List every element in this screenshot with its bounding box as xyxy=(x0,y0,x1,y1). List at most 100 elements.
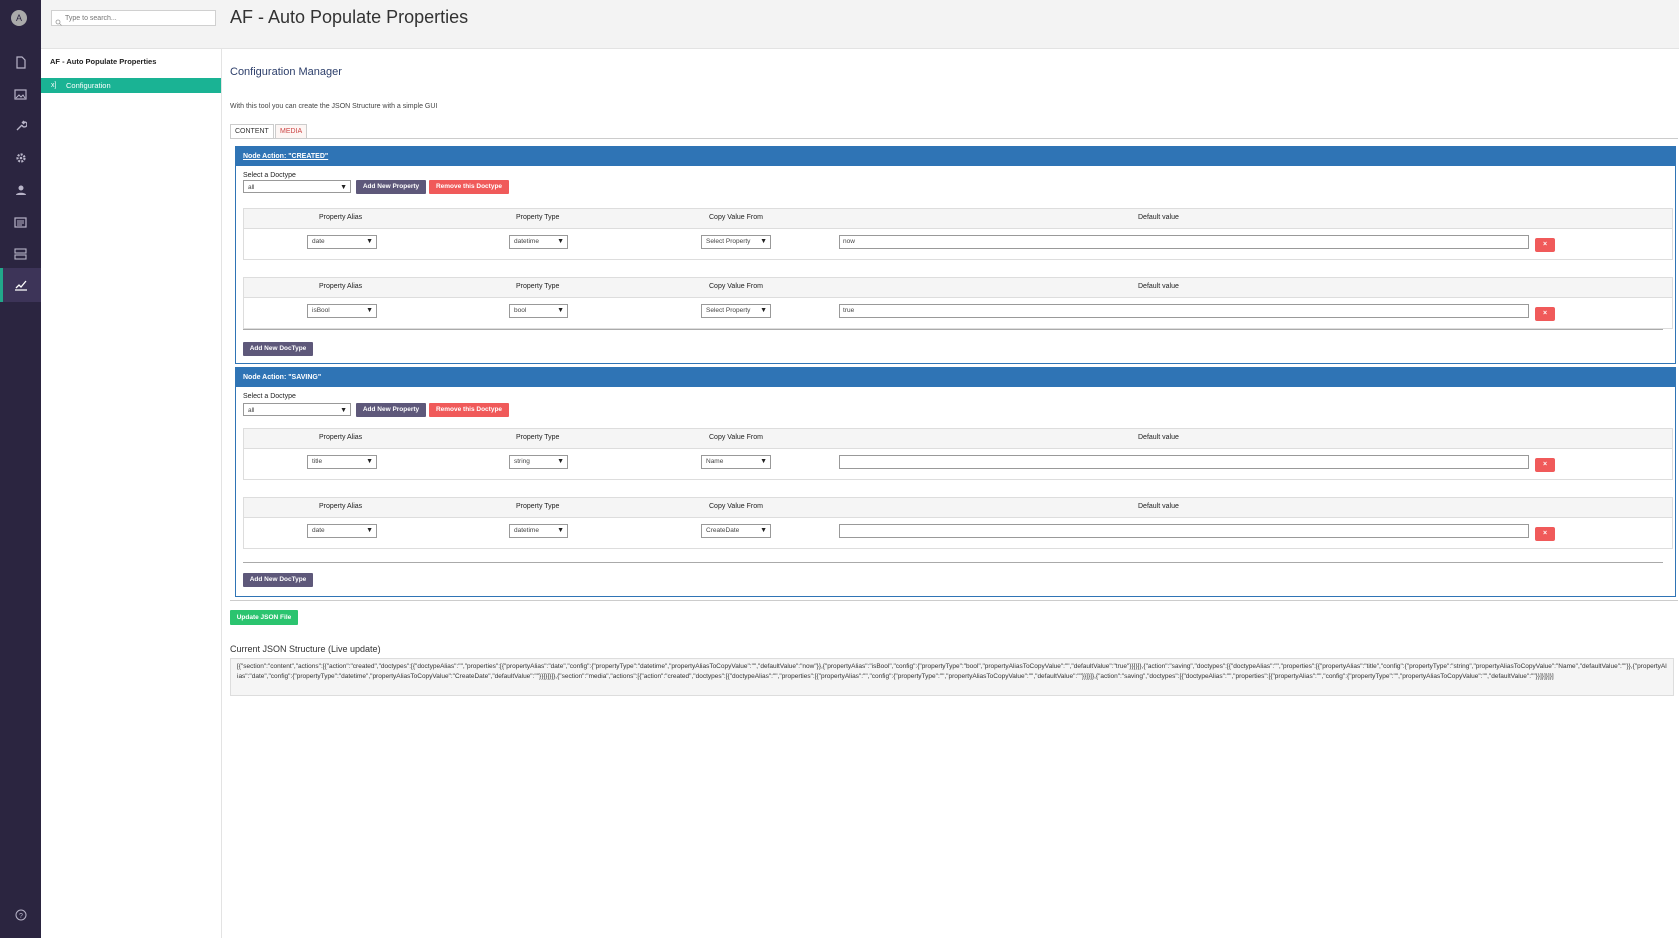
col-copy-value-from: Copy Value From xyxy=(709,214,763,221)
col-default-value: Default value xyxy=(1138,434,1179,441)
default-value-input[interactable] xyxy=(839,524,1529,538)
tree-search-area xyxy=(41,0,221,49)
property-type-select[interactable]: datetime ▼ xyxy=(509,235,568,249)
analytics-pen-icon[interactable] xyxy=(0,268,41,302)
property-row: Property Alias Property Type Copy Value … xyxy=(243,497,1673,549)
property-alias-select[interactable]: date ▼ xyxy=(307,235,377,249)
forms-icon[interactable] xyxy=(0,205,41,239)
chevron-down-icon: ▼ xyxy=(366,307,373,314)
section-divider xyxy=(243,329,1663,330)
tab-media[interactable]: MEDIA xyxy=(275,124,308,138)
default-value-input[interactable]: now xyxy=(839,235,1529,249)
user-avatar[interactable]: A xyxy=(11,10,27,26)
media-icon[interactable] xyxy=(0,77,41,111)
section-heading[interactable]: Node Action: "CREATED" xyxy=(236,147,1675,166)
property-type-value: datetime xyxy=(514,238,539,245)
page-title: AF - Auto Populate Properties xyxy=(230,7,469,27)
section-subtitle: Configuration Manager xyxy=(230,66,342,78)
default-value-input[interactable] xyxy=(839,455,1529,469)
chevron-down-icon: ▼ xyxy=(760,527,767,534)
doctype-value: all xyxy=(248,407,255,414)
default-value-input[interactable]: true xyxy=(839,304,1529,318)
tree-item-label: Configuration xyxy=(66,81,111,90)
tree-item-configuration[interactable]: x] Configuration xyxy=(41,78,221,93)
doctype-select[interactable]: all ▼ xyxy=(243,403,351,416)
property-row: Property Alias Property Type Copy Value … xyxy=(243,428,1673,480)
add-doctype-button[interactable]: Add New DocType xyxy=(243,573,313,587)
property-type-select[interactable]: string ▼ xyxy=(509,455,568,469)
remove-doctype-button[interactable]: Remove this Doctype xyxy=(429,180,509,194)
col-property-alias: Property Alias xyxy=(319,503,363,510)
property-alias-select[interactable]: date ▼ xyxy=(307,524,377,538)
gear-icon[interactable] xyxy=(0,141,41,175)
doctype-value: all xyxy=(248,184,255,191)
members-icon[interactable] xyxy=(0,173,41,207)
copy-value-value: CreateDate xyxy=(706,527,740,534)
chevron-down-icon: ▼ xyxy=(366,238,373,245)
select-doctype-label: Select a Doctype xyxy=(243,172,296,179)
search-input[interactable] xyxy=(51,10,216,26)
property-alias-value: date xyxy=(312,238,325,245)
tab-divider xyxy=(230,138,1678,139)
property-alias-select[interactable]: isBool ▼ xyxy=(307,304,377,318)
col-property-type: Property Type xyxy=(516,214,560,221)
property-header: Property Alias Property Type Copy Value … xyxy=(244,278,1672,298)
node-action-saving-panel: Node Action: "SAVING" Select a Doctype a… xyxy=(235,367,1676,597)
add-property-button[interactable]: Add New Property xyxy=(356,180,426,194)
copy-value-value: Name xyxy=(706,458,724,465)
add-doctype-button[interactable]: Add New DocType xyxy=(243,342,313,356)
chevron-down-icon: ▼ xyxy=(366,527,373,534)
col-property-type: Property Type xyxy=(516,434,560,441)
property-type-select[interactable]: bool ▼ xyxy=(509,304,568,318)
add-property-button[interactable]: Add New Property xyxy=(356,403,426,417)
chevron-down-icon: ▼ xyxy=(760,307,767,314)
chevron-down-icon: ▼ xyxy=(557,458,564,465)
col-default-value: Default value xyxy=(1138,214,1179,221)
tab-content[interactable]: CONTENT xyxy=(230,124,274,138)
property-alias-value: title xyxy=(312,458,323,465)
col-property-alias: Property Alias xyxy=(319,214,363,221)
col-copy-value-from: Copy Value From xyxy=(709,503,763,510)
section-divider xyxy=(243,562,1663,563)
copy-value-select[interactable]: Name ▼ xyxy=(701,455,771,469)
select-doctype-label: Select a Doctype xyxy=(243,393,296,400)
copy-value-select[interactable]: CreateDate ▼ xyxy=(701,524,771,538)
intro-text: With this tool you can create the JSON S… xyxy=(230,103,438,110)
chevron-down-icon: ▼ xyxy=(557,527,564,534)
delete-property-button[interactable]: × xyxy=(1535,307,1555,321)
property-alias-value: isBool xyxy=(312,307,330,314)
translation-icon[interactable] xyxy=(0,237,41,271)
node-action-created-panel: Node Action: "CREATED" Select a Doctype … xyxy=(235,146,1676,364)
remove-doctype-button[interactable]: Remove this Doctype xyxy=(429,403,509,417)
json-structure-title: Current JSON Structure (Live update) xyxy=(230,644,381,654)
copy-value-select[interactable]: Select Property ▼ xyxy=(701,304,771,318)
question-icon[interactable]: ? xyxy=(0,898,41,932)
chevron-down-icon: ▼ xyxy=(340,184,347,191)
content-icon[interactable] xyxy=(0,45,41,79)
main-panel: AF - Auto Populate Properties Configurat… xyxy=(221,0,1679,938)
settings-wrench-icon[interactable] xyxy=(0,109,41,143)
chevron-down-icon: ▼ xyxy=(557,307,564,314)
svg-text:?: ? xyxy=(19,913,23,920)
tree-root-label[interactable]: AF - Auto Populate Properties xyxy=(50,57,156,66)
copy-value-value: Select Property xyxy=(706,307,751,314)
col-copy-value-from: Copy Value From xyxy=(709,434,763,441)
json-output: [{"section":"content","actions":[{"actio… xyxy=(230,658,1674,696)
delete-property-button[interactable]: × xyxy=(1535,238,1555,252)
delete-property-button[interactable]: × xyxy=(1535,527,1555,541)
copy-value-select[interactable]: Select Property ▼ xyxy=(701,235,771,249)
col-property-type: Property Type xyxy=(516,283,560,290)
chevron-down-icon: ▼ xyxy=(760,238,767,245)
update-json-button[interactable]: Update JSON File xyxy=(230,610,298,625)
doctype-select[interactable]: all ▼ xyxy=(243,180,351,193)
property-type-select[interactable]: datetime ▼ xyxy=(509,524,568,538)
property-alias-select[interactable]: title ▼ xyxy=(307,455,377,469)
property-header: Property Alias Property Type Copy Value … xyxy=(244,429,1672,449)
property-type-value: datetime xyxy=(514,527,539,534)
delete-property-button[interactable]: × xyxy=(1535,458,1555,472)
tree-panel: AF - Auto Populate Properties x] Configu… xyxy=(41,0,222,938)
chevron-down-icon: ▼ xyxy=(340,407,347,414)
section-heading: Node Action: "SAVING" xyxy=(236,368,1675,387)
chevron-down-icon: ▼ xyxy=(557,238,564,245)
col-property-alias: Property Alias xyxy=(319,283,363,290)
